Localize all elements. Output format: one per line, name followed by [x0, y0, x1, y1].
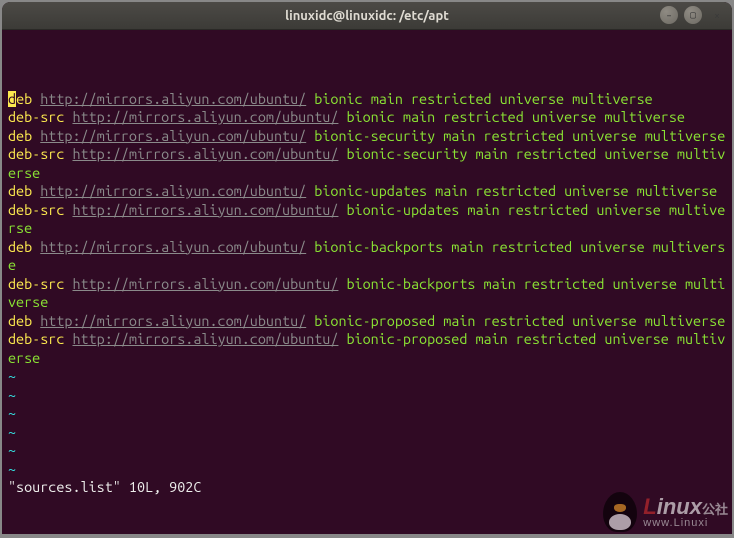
empty-line-tilde: ~: [8, 404, 726, 423]
source-url: http://mirrors.aliyun.com/ubuntu/: [40, 183, 306, 199]
source-dist: bionic-proposed: [347, 331, 468, 347]
source-line: deb-src http://mirrors.aliyun.com/ubuntu…: [8, 201, 726, 238]
source-line: deb http://mirrors.aliyun.com/ubuntu/ bi…: [8, 312, 726, 331]
source-line: deb-src http://mirrors.aliyun.com/ubuntu…: [8, 275, 726, 312]
source-type: deb-src: [8, 331, 64, 347]
source-dist: bionic-security: [314, 128, 435, 144]
source-type: deb: [8, 313, 32, 329]
source-dist: bionic-security: [347, 146, 468, 162]
source-line: deb http://mirrors.aliyun.com/ubuntu/ bi…: [8, 182, 726, 201]
watermark-brand: Linux公社: [643, 496, 728, 518]
source-line: deb-src http://mirrors.aliyun.com/ubuntu…: [8, 108, 726, 127]
source-type: deb: [8, 91, 32, 107]
source-components: main restricted universe multiverse: [443, 313, 725, 329]
source-url: http://mirrors.aliyun.com/ubuntu/: [72, 109, 338, 125]
source-components: main restricted universe multiverse: [443, 128, 725, 144]
source-url: http://mirrors.aliyun.com/ubuntu/: [40, 91, 306, 107]
source-type: deb: [8, 183, 32, 199]
source-url: http://mirrors.aliyun.com/ubuntu/: [40, 239, 306, 255]
close-button[interactable]: ×: [708, 6, 726, 24]
titlebar[interactable]: linuxidc@linuxidc: /etc/apt – ▢ ×: [2, 2, 732, 30]
watermark-text: Linux公社 www.Linuxi: [643, 496, 728, 529]
source-dist: bionic-updates: [314, 183, 427, 199]
source-url: http://mirrors.aliyun.com/ubuntu/: [72, 276, 338, 292]
source-line: deb http://mirrors.aliyun.com/ubuntu/ bi…: [8, 90, 726, 109]
minimize-button[interactable]: –: [660, 6, 678, 24]
source-dist: bionic-backports: [314, 239, 443, 255]
tux-icon: [603, 492, 637, 532]
watermark: Linux公社 www.Linuxi: [603, 492, 728, 532]
empty-line-tilde: ~: [8, 460, 726, 479]
source-type: deb-src: [8, 109, 64, 125]
source-dist: bionic: [314, 91, 362, 107]
source-dist: bionic-proposed: [314, 313, 435, 329]
empty-line-tilde: ~: [8, 423, 726, 442]
source-type: deb: [8, 239, 32, 255]
cursor: d: [8, 91, 16, 107]
source-url: http://mirrors.aliyun.com/ubuntu/: [40, 313, 306, 329]
empty-line-tilde: ~: [8, 441, 726, 460]
watermark-url: www.Linuxi: [643, 518, 728, 529]
source-url: http://mirrors.aliyun.com/ubuntu/: [72, 202, 338, 218]
source-type: deb: [8, 128, 32, 144]
window-buttons: – ▢ ×: [660, 6, 726, 24]
source-line: deb http://mirrors.aliyun.com/ubuntu/ bi…: [8, 127, 726, 146]
source-components: main restricted universe multiverse: [371, 91, 653, 107]
source-line: deb-src http://mirrors.aliyun.com/ubuntu…: [8, 145, 726, 182]
empty-line-tilde: ~: [8, 386, 726, 405]
source-dist: bionic-updates: [347, 202, 460, 218]
source-dist: bionic-backports: [347, 276, 476, 292]
source-type: deb-src: [8, 146, 64, 162]
source-url: http://mirrors.aliyun.com/ubuntu/: [72, 331, 338, 347]
source-components: main restricted universe multiverse: [435, 183, 717, 199]
terminal-body[interactable]: deb http://mirrors.aliyun.com/ubuntu/ bi…: [2, 30, 732, 534]
source-dist: bionic: [347, 109, 395, 125]
source-line: deb http://mirrors.aliyun.com/ubuntu/ bi…: [8, 238, 726, 275]
maximize-button[interactable]: ▢: [684, 6, 702, 24]
source-components: main restricted universe multiverse: [403, 109, 685, 125]
source-line: deb-src http://mirrors.aliyun.com/ubuntu…: [8, 330, 726, 367]
source-type: deb-src: [8, 202, 64, 218]
terminal-window: linuxidc@linuxidc: /etc/apt – ▢ × deb ht…: [2, 2, 732, 534]
source-url: http://mirrors.aliyun.com/ubuntu/: [72, 146, 338, 162]
empty-line-tilde: ~: [8, 367, 726, 386]
source-type: deb-src: [8, 276, 64, 292]
window-title: linuxidc@linuxidc: /etc/apt: [285, 9, 449, 23]
source-url: http://mirrors.aliyun.com/ubuntu/: [40, 128, 306, 144]
